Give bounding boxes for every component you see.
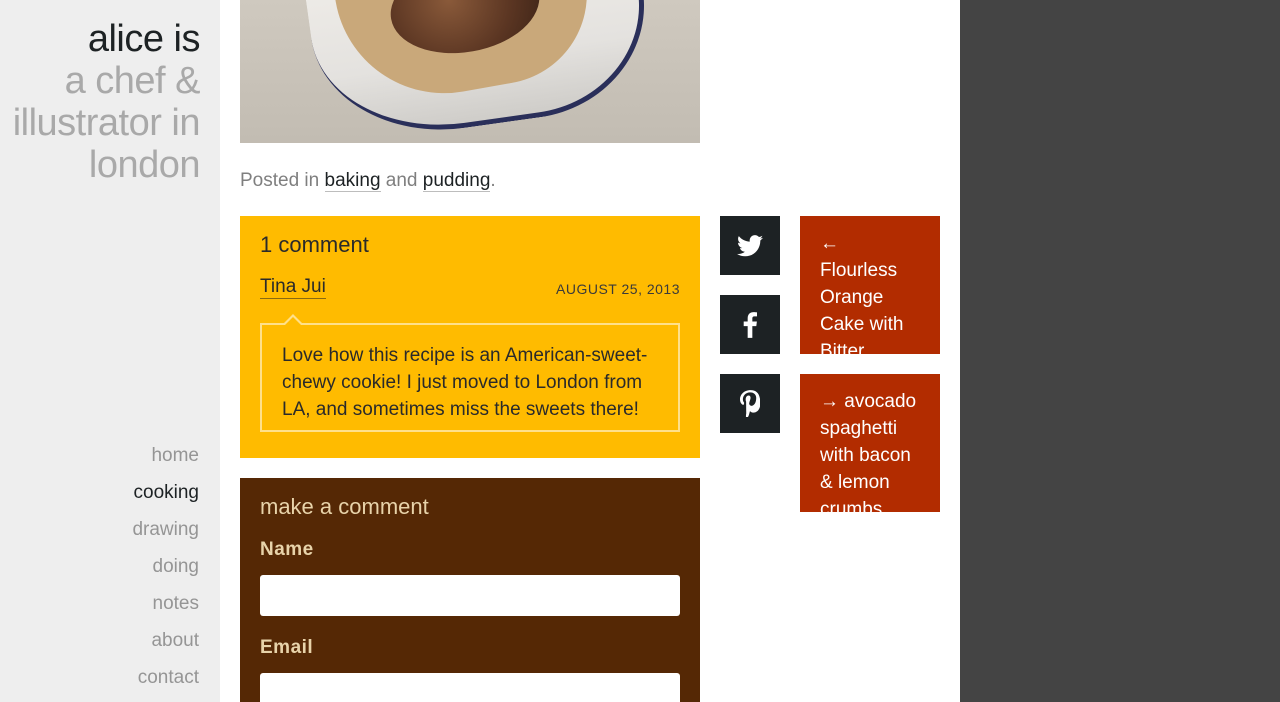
email-input[interactable] — [260, 673, 680, 702]
comment-author-link[interactable]: Tina Jui — [260, 276, 326, 299]
main-content: Posted in baking and pudding. 1 comment … — [220, 0, 960, 702]
name-input[interactable] — [260, 575, 680, 616]
comment-date: AUGUST 25, 2013 — [556, 281, 680, 297]
site-title[interactable]: alice is a chef & illustrator in london — [0, 18, 201, 186]
main-nav: home cooking drawing doing notes about c… — [132, 437, 199, 696]
posted-conjunction: and — [385, 170, 418, 191]
email-label: Email — [260, 637, 314, 658]
page-background — [960, 0, 1280, 702]
nav-item-cooking[interactable]: cooking — [132, 474, 200, 511]
post-categories: Posted in baking and pudding. — [240, 170, 496, 192]
next-post-link[interactable]: → avocado spaghetti with bacon & lemon c… — [800, 374, 940, 512]
share-twitter-button[interactable] — [720, 216, 780, 275]
comment-form-heading: make a comment — [260, 494, 429, 519]
sidebar: alice is a chef & illustrator in london … — [0, 0, 220, 702]
nav-item-contact[interactable]: contact — [132, 659, 199, 696]
share-pinterest-button[interactable] — [720, 374, 780, 433]
comment-text: Love how this recipe is an American-swee… — [260, 314, 680, 432]
posted-prefix: Posted in — [240, 170, 320, 191]
comment-form: make a comment Name Email — [240, 478, 700, 702]
site-title-line2: a chef & illustrator in london — [12, 60, 201, 186]
nav-item-notes[interactable]: notes — [132, 585, 199, 622]
nav-item-about[interactable]: about — [132, 622, 199, 659]
twitter-icon — [737, 234, 763, 256]
site-title-line1: alice is — [87, 18, 201, 60]
share-facebook-button[interactable] — [720, 295, 780, 354]
comments-section: 1 comment Tina Jui AUGUST 25, 2013 Love … — [240, 216, 700, 458]
posted-suffix: . — [490, 170, 496, 191]
category-link-baking[interactable]: baking — [324, 170, 381, 192]
comments-heading: 1 comment — [260, 232, 369, 257]
prev-post-link[interactable]: ← Flourless Orange Cake with Bitter Choc… — [800, 216, 940, 354]
nav-item-drawing[interactable]: drawing — [132, 511, 199, 548]
nav-item-doing[interactable]: doing — [132, 548, 200, 585]
facebook-icon — [743, 311, 757, 338]
post-photo — [240, 0, 700, 143]
nav-item-home[interactable]: home — [132, 437, 199, 474]
pinterest-icon — [740, 390, 760, 417]
category-link-pudding[interactable]: pudding — [422, 170, 491, 192]
name-label: Name — [260, 539, 314, 560]
